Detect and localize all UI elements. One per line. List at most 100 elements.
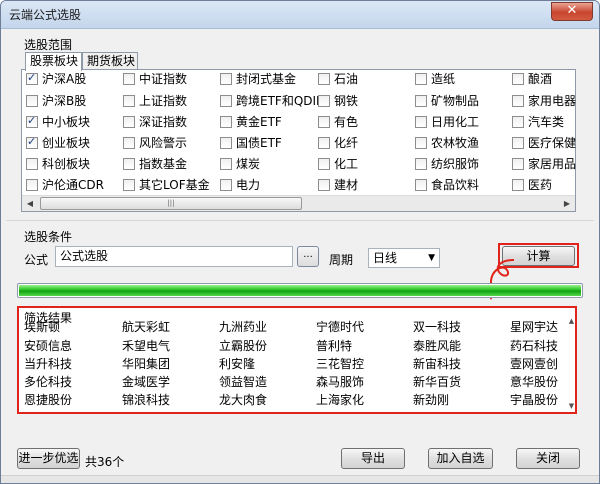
sector-checkbox-item[interactable]: 电力 xyxy=(220,178,260,192)
sector-checkbox-item[interactable]: 家用电器 xyxy=(512,94,576,108)
sector-checkbox-item[interactable]: 科创板块 xyxy=(26,157,90,171)
checkbox[interactable] xyxy=(220,73,232,85)
checkbox[interactable] xyxy=(415,116,427,128)
formula-field[interactable]: 公式选股 xyxy=(55,246,293,267)
sector-checkbox-item[interactable]: 跨境ETF和QDII xyxy=(220,94,320,108)
sector-checkbox-item[interactable]: 封闭式基金 xyxy=(220,72,296,86)
sector-checkbox-item[interactable]: 化工 xyxy=(318,157,358,171)
sector-checkbox-item[interactable]: 医药 xyxy=(512,178,552,192)
result-stock-item[interactable]: 星网宇达 xyxy=(510,320,558,334)
sector-checkbox-item[interactable]: 上证指数 xyxy=(123,94,187,108)
tab-stock-sectors[interactable]: 股票板块 xyxy=(25,52,82,71)
window-close-button[interactable]: ✕ xyxy=(551,2,593,21)
further-select-button[interactable]: 进一步优选 xyxy=(17,448,80,469)
checkbox[interactable] xyxy=(26,114,38,128)
result-stock-item[interactable]: 利安隆 xyxy=(219,357,255,371)
checkbox[interactable] xyxy=(220,95,232,107)
tab-futures-sectors[interactable]: 期货板块 xyxy=(82,52,138,70)
checkbox[interactable] xyxy=(512,179,524,191)
checkbox[interactable] xyxy=(123,116,135,128)
checkbox[interactable] xyxy=(415,95,427,107)
checkbox[interactable] xyxy=(220,158,232,170)
result-stock-item[interactable]: 双一科技 xyxy=(413,320,461,334)
sector-checkbox-item[interactable]: 医疗保健 xyxy=(512,136,576,150)
result-stock-item[interactable]: 新华百货 xyxy=(413,375,461,389)
sector-checkbox-item[interactable]: 家居用品 xyxy=(512,157,576,171)
checkbox[interactable] xyxy=(512,95,524,107)
checkbox[interactable] xyxy=(512,158,524,170)
checkbox[interactable] xyxy=(318,158,330,170)
checkbox[interactable] xyxy=(318,137,330,149)
sector-checkbox-item[interactable]: 煤炭 xyxy=(220,157,260,171)
scroll-up-icon[interactable]: ▲ xyxy=(565,316,578,326)
result-stock-item[interactable]: 宁德时代 xyxy=(316,320,364,334)
sector-checkbox-item[interactable]: 日用化工 xyxy=(415,115,479,129)
sector-checkbox-item[interactable]: 食品饮料 xyxy=(415,178,479,192)
sector-checkbox-item[interactable]: 沪伦通CDR xyxy=(26,178,104,192)
result-stock-item[interactable]: 意华股份 xyxy=(510,375,558,389)
checkbox[interactable] xyxy=(512,116,524,128)
checkbox[interactable] xyxy=(220,179,232,191)
checkbox[interactable] xyxy=(26,135,38,149)
result-stock-item[interactable]: 航天彩虹 xyxy=(122,320,170,334)
sector-checkbox-item[interactable]: 矿物制品 xyxy=(415,94,479,108)
sector-checkbox-item[interactable]: 风险警示 xyxy=(123,136,187,150)
sector-checkbox-item[interactable]: 纺织服饰 xyxy=(415,157,479,171)
checkbox[interactable] xyxy=(318,95,330,107)
sector-checkbox-item[interactable]: 化纤 xyxy=(318,136,358,150)
sector-checkbox-item[interactable]: 中小板块 xyxy=(26,114,90,129)
result-stock-item[interactable]: 九洲药业 xyxy=(219,320,267,334)
scroll-thumb[interactable]: ||| xyxy=(40,197,302,210)
checkbox[interactable] xyxy=(318,116,330,128)
checkbox[interactable] xyxy=(26,158,38,170)
result-stock-item[interactable]: 新宙科技 xyxy=(413,357,461,371)
result-stock-item[interactable]: 新劲刚 xyxy=(413,393,449,407)
sector-checkbox-item[interactable]: 农林牧渔 xyxy=(415,136,479,150)
sector-checkbox-item[interactable]: 深证指数 xyxy=(123,115,187,129)
checkbox[interactable] xyxy=(220,137,232,149)
checkbox[interactable] xyxy=(318,73,330,85)
checkbox[interactable] xyxy=(415,137,427,149)
export-button[interactable]: 导出 xyxy=(341,448,405,469)
scroll-left-icon[interactable]: ◀ xyxy=(22,196,38,212)
checkbox[interactable] xyxy=(512,73,524,85)
checkbox[interactable] xyxy=(123,95,135,107)
checkbox[interactable] xyxy=(123,158,135,170)
sector-horizontal-scrollbar[interactable]: ◀ ||| ▶ xyxy=(22,195,575,211)
add-to-watchlist-button[interactable]: 加入自选 xyxy=(428,448,493,469)
result-stock-item[interactable]: 当升科技 xyxy=(24,357,72,371)
result-stock-item[interactable]: 泰胜风能 xyxy=(413,339,461,353)
result-stock-item[interactable]: 禾望电气 xyxy=(122,339,170,353)
result-stock-item[interactable]: 森马服饰 xyxy=(316,375,364,389)
result-stock-item[interactable]: 金域医学 xyxy=(122,375,170,389)
sector-checkbox-item[interactable]: 中证指数 xyxy=(123,72,187,86)
sector-checkbox-item[interactable]: 有色 xyxy=(318,115,358,129)
sector-checkbox-item[interactable]: 其它LOF基金 xyxy=(123,178,210,192)
checkbox[interactable] xyxy=(26,71,38,85)
result-stock-item[interactable]: 领益智造 xyxy=(219,375,267,389)
sector-checkbox-item[interactable]: 沪深A股 xyxy=(26,71,86,86)
result-stock-item[interactable]: 恩捷股份 xyxy=(24,393,72,407)
close-button[interactable]: 关闭 xyxy=(516,448,580,469)
result-stock-item[interactable]: 上海家化 xyxy=(316,393,364,407)
checkbox[interactable] xyxy=(26,179,38,191)
sector-checkbox-item[interactable]: 汽车类 xyxy=(512,115,564,129)
scroll-down-icon[interactable]: ▼ xyxy=(565,401,578,411)
result-stock-item[interactable]: 药石科技 xyxy=(510,339,558,353)
checkbox[interactable] xyxy=(123,137,135,149)
result-stock-item[interactable]: 普利特 xyxy=(316,339,352,353)
sector-checkbox-item[interactable]: 黄金ETF xyxy=(220,115,282,129)
sector-checkbox-item[interactable]: 沪深B股 xyxy=(26,94,86,108)
sector-checkbox-item[interactable]: 创业板块 xyxy=(26,135,90,150)
title-bar[interactable]: 云端公式选股 ✕ xyxy=(1,1,599,29)
period-select[interactable]: 日线 ▼ xyxy=(368,248,440,268)
checkbox[interactable] xyxy=(220,116,232,128)
sector-checkbox-item[interactable]: 国债ETF xyxy=(220,136,282,150)
scroll-right-icon[interactable]: ▶ xyxy=(559,196,575,212)
result-stock-item[interactable]: 壹网壹创 xyxy=(510,357,558,371)
sector-checkbox-item[interactable]: 指数基金 xyxy=(123,157,187,171)
result-stock-item[interactable]: 锦浪科技 xyxy=(122,393,170,407)
checkbox[interactable] xyxy=(123,73,135,85)
result-stock-item[interactable]: 龙大肉食 xyxy=(219,393,267,407)
result-stock-item[interactable]: 安硕信息 xyxy=(24,339,72,353)
